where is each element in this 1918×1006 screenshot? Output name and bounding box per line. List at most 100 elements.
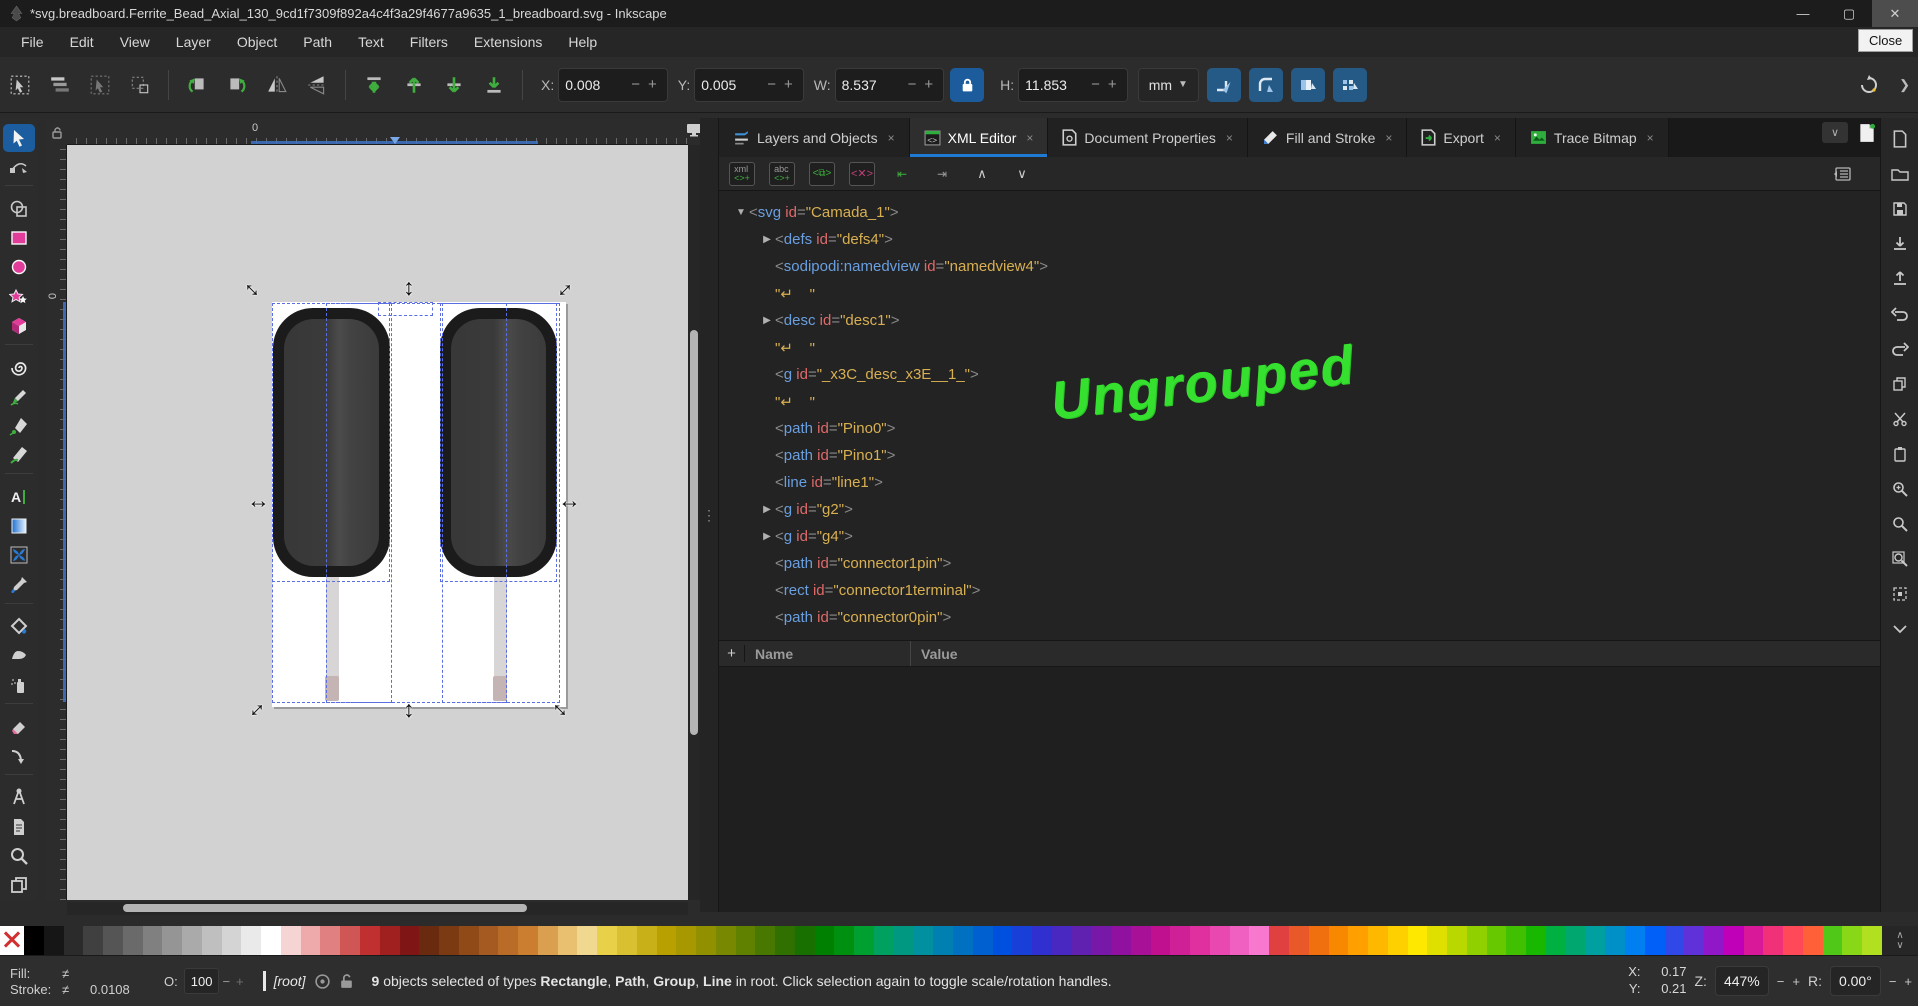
chevron-down-icon[interactable] [1886,616,1914,642]
zoom-page-icon[interactable] [1886,546,1914,572]
scale-handle-e-icon[interactable]: ↔ [558,489,581,512]
indent-node-icon[interactable]: ⇥ [929,162,955,186]
select-all-layers-icon[interactable] [45,70,75,100]
palette-swatch[interactable] [83,926,103,955]
scale-handle-nw-icon[interactable]: ↔ [238,271,271,304]
palette-swatch[interactable] [1506,926,1526,955]
lock-aspect-ratio-button[interactable] [950,68,984,102]
attr-value-column-header[interactable]: Value [911,646,958,662]
palette-swatch[interactable] [1427,926,1447,955]
opacity-minus-button[interactable]: − [219,974,233,989]
palette-scroll[interactable]: ∧ ∨ [1882,926,1918,955]
palette-swatch[interactable] [1823,926,1843,955]
palette-swatch[interactable] [1862,926,1882,955]
palette-swatch[interactable] [597,926,617,955]
palette-swatch[interactable] [577,926,597,955]
palette-swatch[interactable] [1763,926,1783,955]
menu-path[interactable]: Path [292,30,343,54]
horizontal-ruler[interactable]: 0 [46,120,688,145]
palette-swatch[interactable] [657,926,677,955]
zoom-field[interactable]: 447% [1715,966,1769,996]
page-tool-icon[interactable] [3,812,35,840]
selection-frame-icon[interactable] [1886,581,1914,607]
open-folder-icon[interactable] [1886,161,1914,187]
palette-swatch[interactable] [933,926,953,955]
palette-swatch[interactable] [775,926,795,955]
xml-tree-row-defs4[interactable]: ▶<defs id="defs4"> [719,226,1881,253]
mesh-tool-icon[interactable] [3,541,35,569]
menu-filters[interactable]: Filters [399,30,459,54]
palette-swatch[interactable] [1665,926,1685,955]
palette-swatch[interactable] [1151,926,1171,955]
canvas-area[interactable]: ↔ ↕ ↔ ↔ ↔ ↔ ↕ ↔ [67,145,700,915]
palette-swatch[interactable] [736,926,756,955]
fill-stroke-indicator[interactable]: Fill: ≠ Stroke: ≠ 0.0108 [10,965,150,997]
layer-visibility-icon[interactable] [314,973,331,990]
minus-button[interactable]: − [904,76,921,93]
palette-swatch[interactable] [301,926,321,955]
palette-swatch[interactable] [558,926,578,955]
flip-horizontal-icon[interactable] [262,70,292,100]
export-file-icon[interactable] [1886,266,1914,292]
menu-text[interactable]: Text [347,30,395,54]
minus-button[interactable]: − [1087,76,1104,93]
palette-swatch[interactable] [1348,926,1368,955]
expander-right-icon[interactable]: ▶ [759,504,775,515]
palette-swatch[interactable] [1645,926,1665,955]
tab-close-icon[interactable]: × [1494,131,1501,145]
palette-swatch[interactable] [755,926,775,955]
delete-node-icon[interactable]: <✕> [849,162,875,186]
palette-swatch[interactable] [1842,926,1862,955]
ruler-corner[interactable] [46,120,67,145]
palette-swatch[interactable] [143,926,163,955]
tab-close-icon[interactable]: × [1385,131,1392,145]
toolbar-overflow-icon[interactable]: ❯ [1899,77,1910,93]
palette-swatch[interactable] [241,926,261,955]
box3d-tool-icon[interactable] [3,312,35,340]
pen-tool-icon[interactable] [3,412,35,440]
palette-swatch[interactable] [993,926,1013,955]
opacity-field[interactable]: 100 [184,968,220,994]
palette-swatch[interactable] [617,926,637,955]
palette-swatch[interactable] [419,926,439,955]
palette-swatch[interactable] [913,926,933,955]
scale-handle-w-icon[interactable]: ↔ [247,489,270,512]
xml-tree-row-connector1terminal[interactable]: <rect id="connector1terminal"> [719,577,1881,604]
xml-tree-row-desc1[interactable]: ▶<desc id="desc1"> [719,307,1881,334]
xml-tree-row-line1[interactable]: <line id="line1"> [719,469,1881,496]
maximize-button[interactable]: ▢ [1826,0,1872,27]
no-color-swatch[interactable] [0,926,24,955]
flip-vertical-icon[interactable] [302,70,332,100]
menu-help[interactable]: Help [557,30,608,54]
xml-tree-row-g4[interactable]: ▶<g id="g4"> [719,523,1881,550]
paste-icon[interactable] [1886,441,1914,467]
star-tool-icon[interactable] [3,283,35,311]
pages-tool-icon[interactable] [3,871,35,899]
h-scroll-thumb[interactable] [123,904,527,912]
palette-swatch[interactable] [1190,926,1210,955]
palette-swatch[interactable] [676,926,696,955]
opacity-plus-button[interactable]: + [233,974,247,989]
new-element-node-icon[interactable]: xml<>+ [729,162,755,186]
palette-swatch[interactable] [1012,926,1032,955]
palette-swatch[interactable] [1724,926,1744,955]
current-layer-label[interactable]: [root] [274,973,306,989]
scale-handle-n-icon[interactable]: ↕ [403,276,415,299]
palette-swatch[interactable] [1605,926,1625,955]
rotation-minus-button[interactable]: − [1889,974,1897,989]
shape-builder-tool-icon[interactable] [3,195,35,223]
palette-swatch[interactable] [1526,926,1546,955]
palette-swatch[interactable] [953,926,973,955]
palette-swatch[interactable] [1210,926,1230,955]
scale-stroke-icon[interactable] [1207,68,1241,102]
import-icon[interactable] [1886,231,1914,257]
palette-swatch[interactable] [44,926,64,955]
palette-scroll-down-icon[interactable]: ∨ [1896,941,1903,951]
tab-layers-and-objects[interactable]: Layers and Objects× [719,118,910,157]
rotate-cw-icon[interactable] [222,70,252,100]
palette-swatch[interactable] [222,926,242,955]
new-text-node-icon[interactable]: abc<>+ [769,162,795,186]
palette-swatch[interactable] [24,926,44,955]
palette-swatch[interactable] [1032,926,1052,955]
selector-tool-icon[interactable] [3,124,35,152]
